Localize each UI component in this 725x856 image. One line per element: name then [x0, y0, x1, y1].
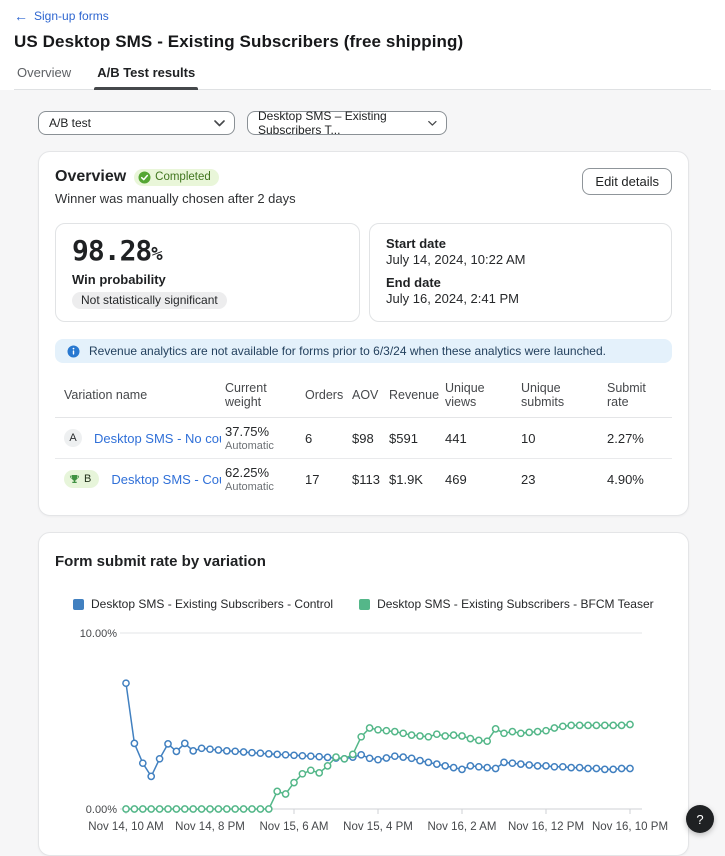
header-aov: AOV [352, 377, 389, 418]
chart-title: Form submit rate by variation [55, 553, 672, 570]
header-unique-views: Unique views [445, 377, 521, 418]
svg-text:Nov 16, 10 PM: Nov 16, 10 PM [592, 821, 668, 833]
page-title: US Desktop SMS - Existing Subscribers (f… [14, 32, 711, 52]
form-select-value: Desktop SMS – Existing Subscribers T... [258, 109, 428, 137]
back-link[interactable]: ← Sign-up forms [14, 9, 109, 23]
page-header: ← Sign-up forms US Desktop SMS - Existing… [0, 0, 725, 90]
info-banner: Revenue analytics are not available for … [55, 339, 672, 363]
svg-text:0.00%: 0.00% [86, 804, 117, 816]
legend-swatch-teaser [359, 599, 370, 610]
overview-card: Overview Completed Winner was manually c… [38, 151, 689, 516]
header-orders: Orders [305, 377, 352, 418]
svg-text:Nov 16, 2 AM: Nov 16, 2 AM [427, 821, 496, 833]
test-type-select-value: A/B test [49, 116, 91, 130]
filter-row: A/B test Desktop SMS – Existing Subscrib… [38, 111, 689, 135]
weight-value: 62.25% [225, 465, 301, 480]
test-type-select[interactable]: A/B test [38, 111, 235, 135]
win-probability-number: 98.28 [72, 234, 151, 267]
header-current-weight: Current weight [225, 377, 305, 418]
legend-item-teaser[interactable]: Desktop SMS - Existing Subscribers - BFC… [359, 597, 654, 611]
chart-legend: Desktop SMS - Existing Subscribers - Con… [73, 597, 672, 611]
win-probability-label: Win probability [72, 272, 343, 287]
submit-rate-chart[interactable]: 10.00% 0.00% Nov 14, 10 AM Nov 14, 8 PM Nov … [55, 619, 706, 841]
significance-badge: Not statistically significant [72, 292, 227, 309]
trophy-icon [69, 474, 80, 485]
header-revenue: Revenue [389, 377, 445, 418]
svg-text:Nov 14, 10 AM: Nov 14, 10 AM [88, 821, 163, 833]
header-submit-rate: Submit rate [607, 377, 672, 418]
weight-mode: Automatic [225, 481, 301, 493]
winner-subtitle: Winner was manually chosen after 2 days [55, 191, 296, 206]
svg-text:Nov 16, 12 PM: Nov 16, 12 PM [508, 821, 584, 833]
edit-details-button[interactable]: Edit details [582, 168, 672, 195]
dates-box: Start date July 14, 2024, 10:22 AM End d… [369, 223, 672, 322]
revenue-value: $591 [389, 418, 445, 459]
table-row-variation-b: B Desktop SMS - Coupon 62.25% Automatic … [55, 459, 672, 500]
chart-card: Form submit rate by variation Desktop SM… [38, 532, 689, 856]
variation-b-badge: B [84, 473, 91, 485]
svg-text:10.00%: 10.00% [80, 628, 118, 640]
percent-sign: % [151, 243, 162, 265]
tab-overview[interactable]: Overview [14, 65, 74, 89]
variations-table: Variation name Current weight Orders AOV… [55, 377, 672, 499]
table-header-row: Variation name Current weight Orders AOV… [55, 377, 672, 418]
completed-badge-label: Completed [155, 171, 211, 183]
variation-a-badge: A [64, 429, 82, 447]
svg-text:Nov 15, 6 AM: Nov 15, 6 AM [259, 821, 328, 833]
orders-value: 17 [305, 459, 352, 500]
chevron-down-icon [214, 120, 225, 127]
completed-badge: Completed [134, 169, 219, 186]
revenue-value: $1.9K [389, 459, 445, 500]
header-variation-name: Variation name [55, 377, 225, 418]
form-select[interactable]: Desktop SMS – Existing Subscribers T... [247, 111, 447, 135]
win-probability-value: 98.28% [72, 236, 343, 269]
variation-b-link[interactable]: Desktop SMS - Coupon [111, 472, 221, 487]
header-unique-submits: Unique submits [521, 377, 607, 418]
main-content: A/B test Desktop SMS – Existing Subscrib… [0, 90, 725, 856]
tab-bar: Overview A/B Test results [14, 65, 711, 90]
variation-b-winner-badge: B [64, 470, 99, 488]
unique-views-value: 441 [445, 418, 521, 459]
unique-submits-value: 10 [521, 418, 607, 459]
win-probability-box: 98.28% Win probability Not statistically… [55, 223, 360, 322]
aov-value: $113 [352, 459, 389, 500]
legend-swatch-control [73, 599, 84, 610]
submit-rate-value: 2.27% [607, 418, 672, 459]
svg-text:Nov 15, 4 PM: Nov 15, 4 PM [343, 821, 413, 833]
chevron-down-icon [428, 120, 437, 127]
table-row-variation-a: A Desktop SMS - No coupon 37.75% Automat… [55, 418, 672, 459]
info-banner-text: Revenue analytics are not available for … [89, 344, 606, 358]
unique-submits-value: 23 [521, 459, 607, 500]
start-date-value: July 14, 2024, 10:22 AM [386, 252, 655, 267]
submit-rate-value: 4.90% [607, 459, 672, 500]
weight-mode: Automatic [225, 440, 301, 452]
overview-heading: Overview [55, 168, 126, 186]
legend-label-teaser: Desktop SMS - Existing Subscribers - BFC… [377, 597, 654, 611]
back-arrow-icon: ← [14, 9, 28, 23]
back-link-label: Sign-up forms [34, 9, 109, 23]
end-date-value: July 16, 2024, 2:41 PM [386, 291, 655, 306]
svg-text:Nov 14, 8 PM: Nov 14, 8 PM [175, 821, 245, 833]
start-date-label: Start date [386, 236, 655, 251]
aov-value: $98 [352, 418, 389, 459]
help-button[interactable]: ? [686, 805, 714, 833]
check-circle-icon [138, 171, 151, 184]
orders-value: 6 [305, 418, 352, 459]
legend-item-control[interactable]: Desktop SMS - Existing Subscribers - Con… [73, 597, 333, 611]
end-date-label: End date [386, 275, 655, 290]
info-icon [67, 345, 80, 358]
legend-label-control: Desktop SMS - Existing Subscribers - Con… [91, 597, 333, 611]
tab-ab-test-results[interactable]: A/B Test results [94, 65, 198, 89]
weight-value: 37.75% [225, 424, 301, 439]
unique-views-value: 469 [445, 459, 521, 500]
variation-a-link[interactable]: Desktop SMS - No coupon [94, 431, 221, 446]
